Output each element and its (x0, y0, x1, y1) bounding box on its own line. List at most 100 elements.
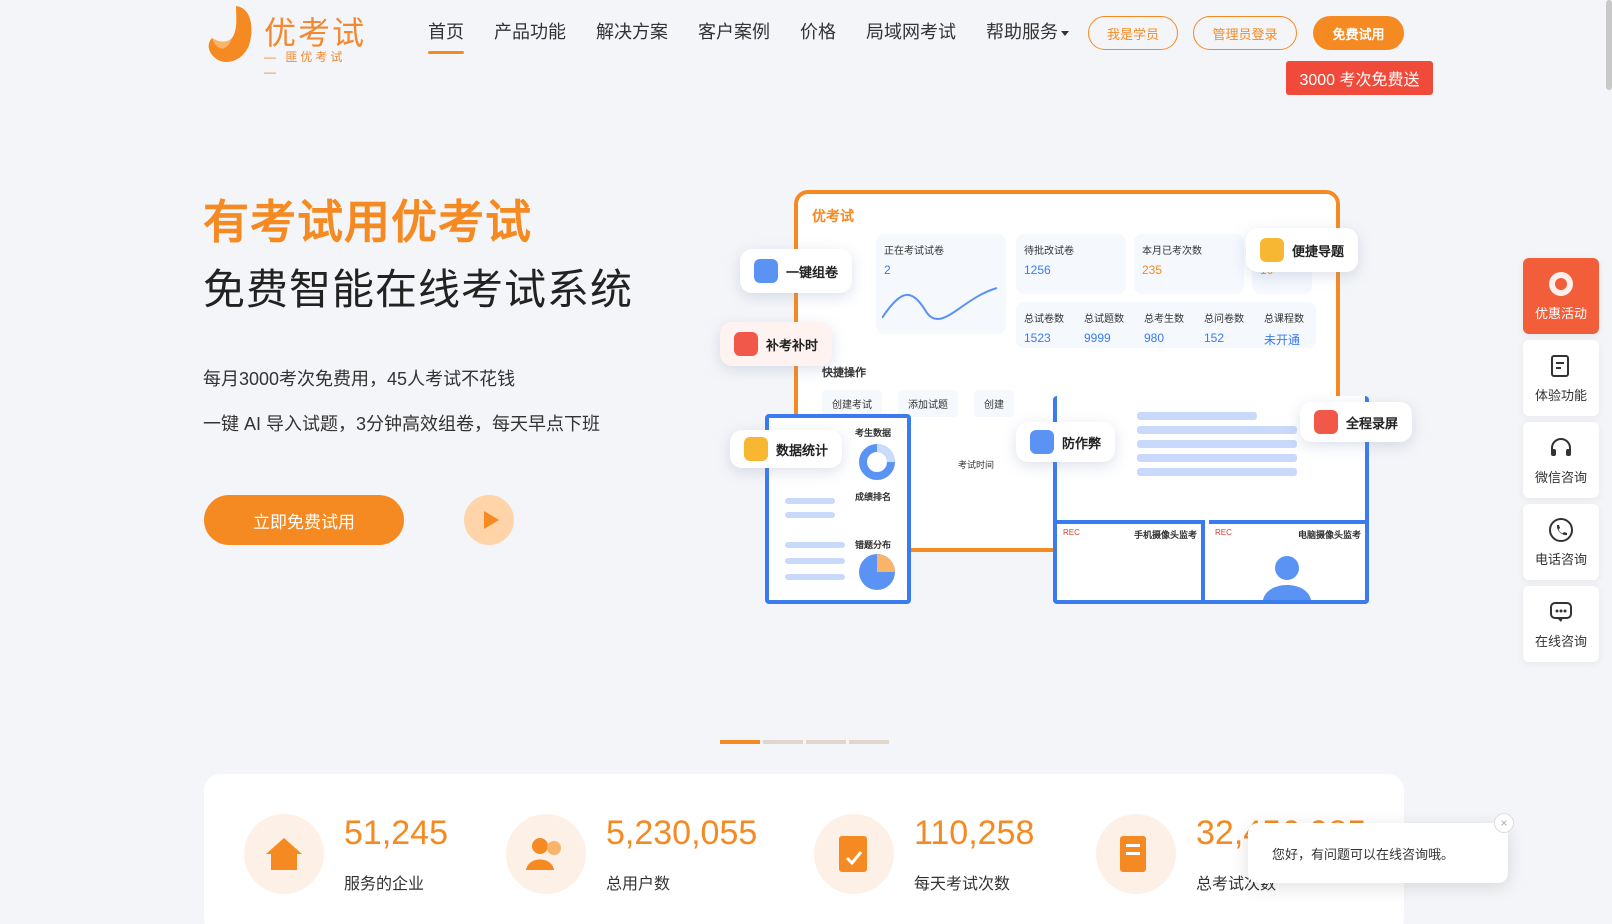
quick-add-question: 添加试题 (898, 390, 958, 417)
exam-time-header: 考试时间 (958, 460, 995, 470)
main-nav: 首页 产品功能 解决方案 客户案例 价格 局域网考试 帮助服务 (428, 18, 1069, 54)
chip-auto-paper: 一键组卷 (740, 249, 853, 293)
total-students: 总考生数 980 (1144, 310, 1184, 345)
nav-home[interactable]: 首页 (428, 18, 464, 54)
card-pending-value: 1256 (1024, 263, 1051, 277)
logo[interactable]: 优考试 — 匪优考试 — (206, 4, 366, 79)
card-ongoing: 正在考试试卷 2 (876, 234, 1006, 334)
chevron-down-icon (1061, 30, 1069, 36)
chip-anti-cheat: 防作弊 (1016, 422, 1116, 462)
hero-subtitle: 免费智能在线考试系统 (203, 266, 634, 313)
bar-3 (785, 542, 845, 548)
proctor-bar-4 (1137, 454, 1297, 462)
start-trial-button[interactable]: 立即免费试用 (204, 495, 404, 545)
chat-message: 您好，有问题可以在线咨询哦。 (1272, 846, 1455, 862)
chart-icon (744, 437, 768, 461)
paper-icon (754, 259, 778, 283)
nav-features[interactable]: 产品功能 (494, 18, 566, 54)
chat-popup[interactable]: 您好，有问题可以在线咨询哦。 × (1248, 813, 1514, 883)
side-online-chat[interactable]: 在线咨询 (1523, 586, 1599, 662)
chip-import-label: 便捷导题 (1292, 243, 1345, 259)
record-icon (1314, 410, 1338, 434)
carousel-dot-2[interactable] (763, 740, 803, 744)
bar-5 (785, 574, 845, 580)
quick-create-exam: 创建考试 (822, 390, 882, 417)
pie-chart-icon (859, 554, 895, 590)
total-questions-label: 总试题数 (1084, 314, 1124, 325)
wrong-label: 错题分布 (855, 540, 892, 550)
chip-data-stats-label: 数据统计 (776, 442, 829, 458)
document-check-icon (814, 814, 894, 894)
card-ongoing-label: 正在考试试卷 (884, 246, 944, 257)
logo-icon (208, 6, 252, 62)
total-surveys: 总问卷数 152 (1204, 310, 1244, 345)
close-icon[interactable]: × (1494, 813, 1514, 833)
phone-cam-view: REC 手机摄像头监考 (1057, 520, 1205, 600)
stat-users-label: 总用户数 (606, 876, 671, 893)
chip-makeup: 补考补时 (720, 322, 833, 366)
total-courses-label: 总课程数 (1264, 314, 1304, 325)
total-students-label: 总考生数 (1144, 314, 1184, 325)
promo-badge[interactable]: 3000 考次免费送 (1286, 61, 1433, 95)
total-surveys-value: 152 (1204, 331, 1225, 345)
student-button[interactable]: 我是学员 (1088, 16, 1178, 50)
donut-chart-icon (859, 444, 895, 480)
total-questions-value: 9999 (1084, 331, 1111, 345)
quick-ops: 创建考试 添加试题 创建 (822, 390, 1014, 417)
hero-title: 有考试用优考试 (203, 196, 532, 248)
free-trial-button[interactable]: 免费试用 (1313, 16, 1404, 50)
stats-section: 51,245 服务的企业 5,230,055 总用户数 110,258 每天考试… (204, 774, 1404, 924)
chat-bubble-icon (1550, 601, 1572, 622)
stat-users-value: 5,230,055 (606, 814, 758, 852)
gift-icon (1549, 271, 1573, 296)
header: 优考试 — 匪优考试 — 首页 产品功能 解决方案 客户案例 价格 局域网考试 … (0, 0, 1612, 95)
total-surveys-label: 总问卷数 (1204, 314, 1244, 325)
document-edit-icon (1096, 814, 1176, 894)
chip-data-stats: 数据统计 (730, 430, 843, 468)
chip-recording: 全程录屏 (1300, 402, 1413, 442)
card-monthly-value: 235 (1142, 263, 1163, 277)
proctor-bar-5 (1137, 468, 1297, 476)
chip-anti-cheat-label: 防作弊 (1062, 435, 1102, 451)
play-icon (483, 511, 499, 529)
total-papers: 总试卷数 1523 (1024, 310, 1064, 345)
rec-label-1: REC (1063, 528, 1080, 537)
proctor-bar-2 (1137, 426, 1297, 434)
nav-help[interactable]: 帮助服务 (986, 18, 1069, 54)
card-pending-label: 待批改试卷 (1024, 246, 1074, 257)
dashboard-title: 优考试 (812, 208, 854, 224)
nav-solutions[interactable]: 解决方案 (596, 18, 668, 54)
side-try-features[interactable]: 体验功能 (1523, 340, 1599, 416)
carousel-dot-1[interactable] (720, 740, 760, 744)
side-wechat[interactable]: 微信咨询 (1523, 422, 1599, 498)
phone-icon (1549, 517, 1573, 542)
side-wechat-label: 微信咨询 (1534, 469, 1587, 485)
student-data-label: 考生数据 (855, 428, 892, 438)
calendar-icon (734, 332, 758, 356)
totals-row: 总试卷数 1523 总试题数 9999 总考生数 980 总问卷数 152 总课程数 未开… (1016, 302, 1316, 348)
side-promotions[interactable]: 优惠活动 (1523, 258, 1599, 334)
quick-create-other: 创建 (974, 390, 1014, 417)
admin-login-button[interactable]: 管理员登录 (1193, 16, 1297, 50)
nav-help-label: 帮助服务 (986, 22, 1058, 42)
play-video-button[interactable] (464, 495, 514, 545)
scrollbar[interactable] (1606, 0, 1612, 90)
nav-lan-exam[interactable]: 局域网考试 (866, 18, 956, 54)
house-icon (244, 814, 324, 894)
nav-pricing[interactable]: 价格 (800, 18, 836, 54)
stat-companies-label: 服务的企业 (344, 876, 425, 893)
proctor-bar-3 (1137, 440, 1297, 448)
carousel-dot-4[interactable] (849, 740, 889, 744)
carousel-dot-3[interactable] (806, 740, 846, 744)
total-students-value: 980 (1144, 331, 1165, 345)
rank-label: 成绩排名 (855, 492, 892, 502)
nav-cases[interactable]: 客户案例 (698, 18, 770, 54)
logo-tagline: — 匪优考试 — (264, 50, 346, 79)
side-phone[interactable]: 电话咨询 (1523, 504, 1599, 580)
stat-daily-exams-value: 110,258 (914, 814, 1035, 852)
proctor-bar-1 (1137, 412, 1257, 420)
shield-icon (1030, 430, 1054, 454)
chip-makeup-label: 补考补时 (766, 337, 819, 353)
side-online-chat-label: 在线咨询 (1534, 633, 1587, 649)
pc-cam-label: 电脑摄像头监考 (1297, 530, 1361, 540)
